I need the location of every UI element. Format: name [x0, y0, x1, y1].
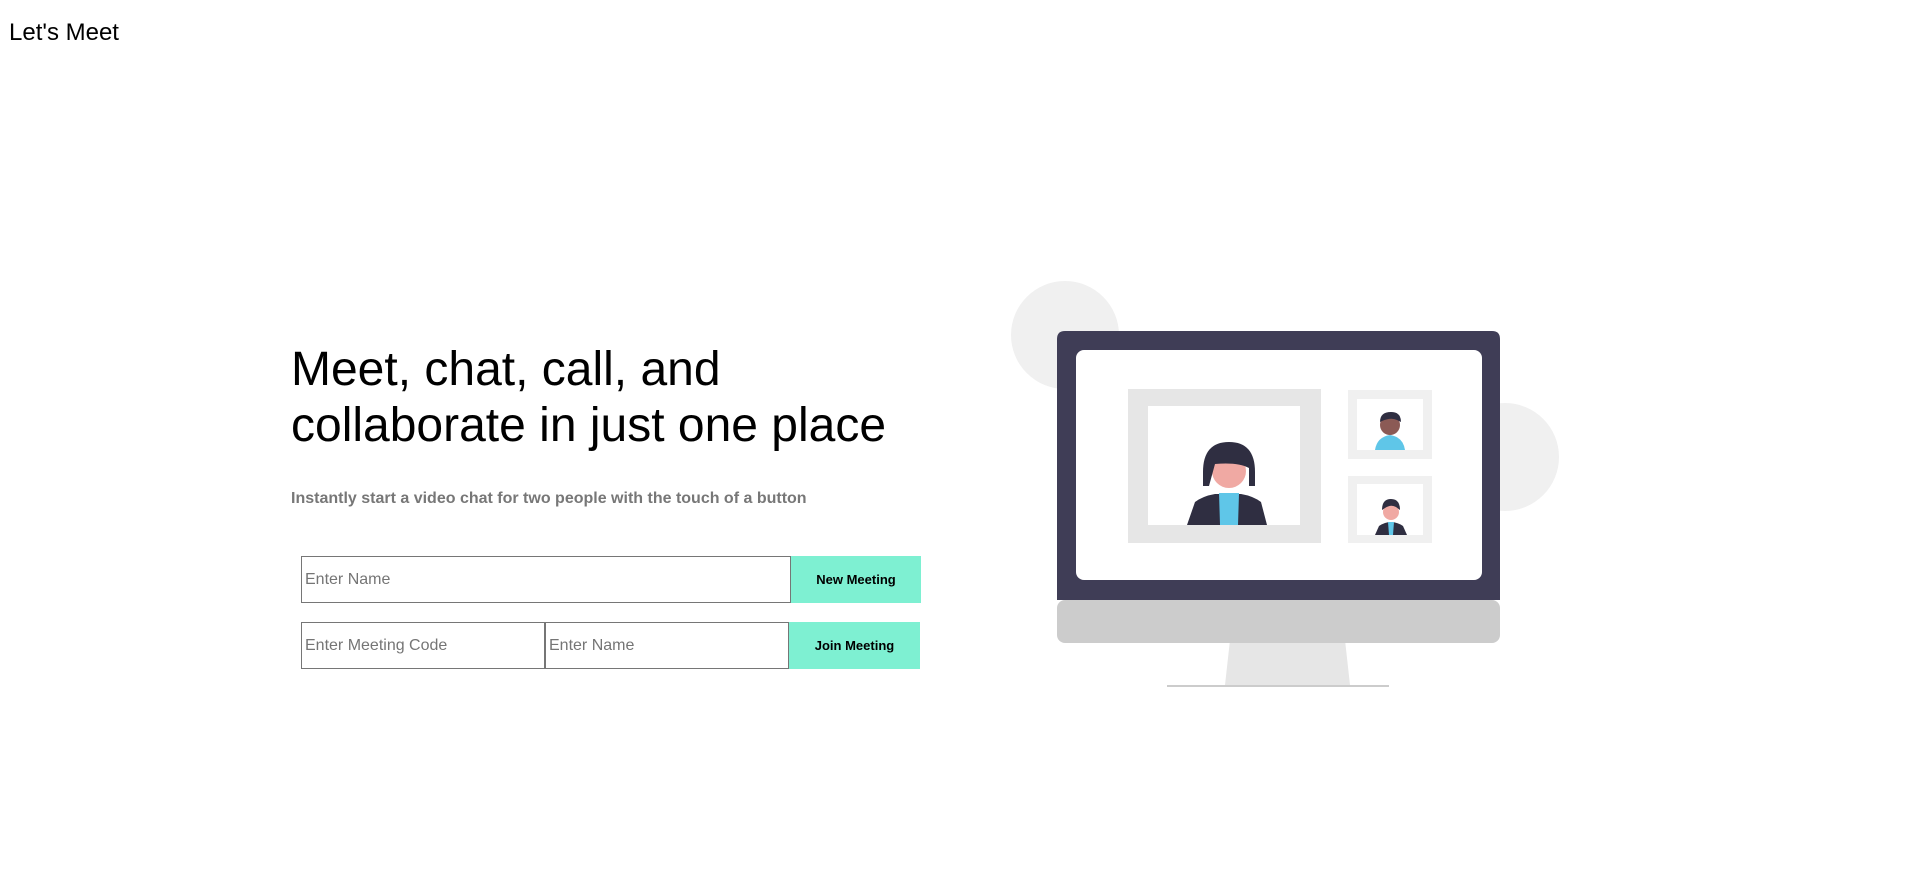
monitor-chin: [1057, 600, 1500, 643]
brand-logo: Let's Meet: [9, 19, 119, 46]
hero-section: Meet, chat, call, and collaborate in jus…: [291, 342, 971, 508]
hero-subtext: Instantly start a video chat for two peo…: [291, 490, 807, 507]
new-meeting-form: New Meeting: [301, 556, 921, 603]
join-meeting-button[interactable]: Join Meeting: [789, 622, 920, 669]
join-meeting-form: Join Meeting: [301, 622, 920, 669]
new-meeting-name-input[interactable]: [301, 556, 791, 603]
join-meeting-name-input[interactable]: [545, 622, 789, 669]
meeting-code-input[interactable]: [301, 622, 545, 669]
new-meeting-button[interactable]: New Meeting: [791, 556, 921, 603]
hero-headline: Meet, chat, call, and collaborate in jus…: [291, 343, 887, 452]
monitor-stand: [1225, 640, 1350, 685]
monitor-base-line: [1167, 685, 1389, 687]
video-conference-monitor-illustration: [1011, 281, 1559, 687]
